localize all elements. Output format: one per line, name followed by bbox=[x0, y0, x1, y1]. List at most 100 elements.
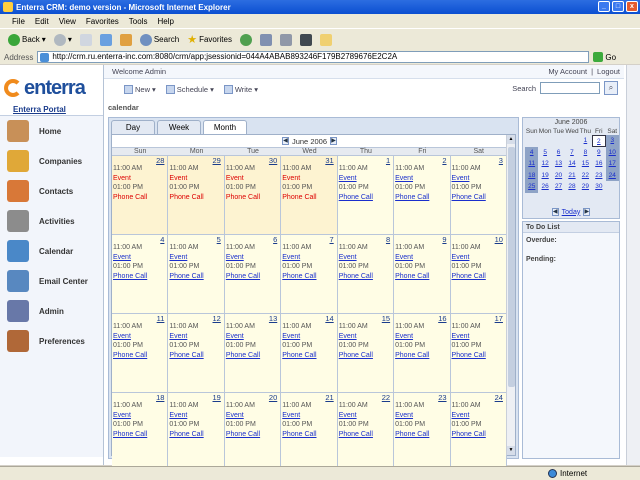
phone-call-link[interactable]: Phone Call bbox=[339, 430, 393, 440]
stop-icon[interactable] bbox=[79, 33, 92, 46]
event-link[interactable]: Event bbox=[113, 174, 167, 184]
day-number-link[interactable]: 11 bbox=[157, 314, 165, 324]
day-number-link[interactable]: 15 bbox=[382, 314, 390, 324]
menu-favorites[interactable]: Favorites bbox=[86, 17, 119, 26]
day-cell[interactable]: 24 11:00 AM Event 01:00 PM Phone Call bbox=[450, 393, 507, 471]
mini-day-link[interactable]: 25 bbox=[525, 181, 539, 193]
event-link[interactable]: Event bbox=[339, 411, 393, 421]
day-cell[interactable]: 12 11:00 AM Event 01:00 PM Phone Call bbox=[168, 314, 225, 392]
phone-call-link[interactable]: Phone Call bbox=[282, 351, 336, 361]
mini-day-link[interactable]: 12 bbox=[538, 158, 551, 170]
mini-day-link[interactable]: 9 bbox=[592, 147, 605, 159]
today-link[interactable]: Today bbox=[562, 209, 581, 216]
mini-day-link[interactable]: 15 bbox=[579, 158, 592, 170]
phone-call-link[interactable]: Phone Call bbox=[339, 272, 393, 282]
mini-next-button[interactable]: ▶ bbox=[583, 208, 591, 216]
mini-day-link[interactable]: 28 bbox=[565, 181, 578, 193]
menu-edit[interactable]: Edit bbox=[35, 17, 49, 26]
day-number-link[interactable]: 5 bbox=[217, 235, 221, 245]
mini-day-link[interactable]: 30 bbox=[592, 181, 605, 193]
refresh-icon[interactable] bbox=[99, 33, 112, 46]
day-cell[interactable]: 8 11:00 AM Event 01:00 PM Phone Call bbox=[337, 235, 395, 313]
event-link[interactable]: Event bbox=[395, 411, 449, 421]
sidebar-item-calendar[interactable]: Calendar bbox=[0, 236, 103, 266]
day-number-link[interactable]: 14 bbox=[325, 314, 333, 324]
day-number-link[interactable]: 16 bbox=[438, 314, 446, 324]
day-cell[interactable]: 4 11:00 AM Event 01:00 PM Phone Call bbox=[112, 235, 169, 313]
sidebar-item-companies[interactable]: Companies bbox=[0, 146, 103, 176]
phone-call-link[interactable]: Phone Call bbox=[395, 351, 449, 361]
sidebar-item-contacts[interactable]: Contacts bbox=[0, 176, 103, 206]
day-cell[interactable]: 23 11:00 AM Event 01:00 PM Phone Call bbox=[394, 393, 451, 471]
search-button[interactable]: ⌕ bbox=[604, 81, 618, 95]
mini-day-link[interactable]: 11 bbox=[525, 158, 539, 170]
sidebar-item-admin[interactable]: Admin bbox=[0, 296, 103, 326]
mini-day-link[interactable]: 21 bbox=[565, 170, 578, 182]
mini-day-link[interactable]: 5 bbox=[538, 147, 551, 159]
day-number-link[interactable]: 1 bbox=[386, 156, 390, 166]
phone-call-link[interactable]: Phone Call bbox=[113, 272, 167, 282]
search-button[interactable]: Search bbox=[139, 33, 179, 46]
mini-day-link[interactable]: 14 bbox=[565, 158, 578, 170]
phone-call-link[interactable]: Phone Call bbox=[339, 193, 393, 203]
event-link[interactable]: Event bbox=[226, 411, 280, 421]
day-number-link[interactable]: 28 bbox=[156, 156, 164, 166]
phone-call-link[interactable]: Phone Call bbox=[169, 193, 223, 203]
event-link[interactable]: Event bbox=[169, 411, 223, 421]
day-cell[interactable]: 21 11:00 AM Event 01:00 PM Phone Call bbox=[281, 393, 338, 471]
day-number-link[interactable]: 19 bbox=[213, 393, 221, 403]
day-cell[interactable]: 30 11:00 AM Event 01:00 PM Phone Call bbox=[224, 156, 282, 234]
event-link[interactable]: Event bbox=[169, 253, 223, 263]
tab-day[interactable]: Day bbox=[111, 120, 155, 134]
menu-tools[interactable]: Tools bbox=[129, 17, 148, 26]
day-cell[interactable]: 3 11:00 AM Event 01:00 PM Phone Call bbox=[450, 156, 507, 234]
mini-day-link[interactable]: 4 bbox=[525, 146, 539, 158]
mail-icon[interactable] bbox=[259, 33, 272, 46]
schedule-menu-button[interactable]: Schedule ▾ bbox=[165, 84, 214, 94]
mini-day-link[interactable]: 8 bbox=[579, 147, 592, 159]
event-link[interactable]: Event bbox=[452, 253, 506, 263]
logout-link[interactable]: Logout bbox=[597, 67, 620, 76]
calendar-scrollbar[interactable]: ▲ ▼ bbox=[506, 135, 515, 455]
event-link[interactable]: Event bbox=[452, 174, 506, 184]
phone-call-link[interactable]: Phone Call bbox=[452, 272, 506, 282]
phone-call-link[interactable]: Phone Call bbox=[226, 272, 280, 282]
sidebar-item-preferences[interactable]: Preferences bbox=[0, 326, 103, 356]
day-number-link[interactable]: 20 bbox=[269, 393, 277, 403]
day-number-link[interactable]: 4 bbox=[160, 235, 164, 245]
event-link[interactable]: Event bbox=[395, 174, 449, 184]
menu-view[interactable]: View bbox=[59, 17, 76, 26]
favorites-button[interactable]: ★ Favorites bbox=[187, 33, 232, 46]
event-link[interactable]: Event bbox=[226, 253, 280, 263]
mini-day-link[interactable]: 18 bbox=[525, 169, 539, 181]
event-link[interactable]: Event bbox=[169, 174, 223, 184]
day-cell[interactable]: 6 11:00 AM Event 01:00 PM Phone Call bbox=[224, 235, 282, 313]
forward-button[interactable]: ▾ bbox=[53, 33, 72, 46]
phone-call-link[interactable]: Phone Call bbox=[113, 351, 167, 361]
day-number-link[interactable]: 6 bbox=[273, 235, 277, 245]
phone-call-link[interactable]: Phone Call bbox=[282, 430, 336, 440]
day-cell[interactable]: 15 11:00 AM Event 01:00 PM Phone Call bbox=[337, 314, 395, 392]
edit-icon[interactable] bbox=[299, 33, 312, 46]
day-number-link[interactable]: 18 bbox=[156, 393, 164, 403]
day-cell[interactable]: 16 11:00 AM Event 01:00 PM Phone Call bbox=[394, 314, 451, 392]
phone-call-link[interactable]: Phone Call bbox=[282, 193, 336, 203]
day-number-link[interactable]: 21 bbox=[325, 393, 333, 403]
event-link[interactable]: Event bbox=[282, 332, 336, 342]
go-button[interactable]: Go bbox=[593, 52, 616, 62]
day-number-link[interactable]: 29 bbox=[213, 156, 221, 166]
phone-call-link[interactable]: Phone Call bbox=[452, 193, 506, 203]
phone-call-link[interactable]: Phone Call bbox=[226, 193, 280, 203]
day-number-link[interactable]: 3 bbox=[499, 156, 503, 166]
day-number-link[interactable]: 2 bbox=[442, 156, 446, 166]
enterra-portal-link[interactable]: Enterra Portal bbox=[13, 105, 66, 114]
day-number-link[interactable]: 7 bbox=[330, 235, 334, 245]
day-cell[interactable]: 28 11:00 AM Event 01:00 PM Phone Call bbox=[112, 156, 169, 234]
day-cell[interactable]: 14 11:00 AM Event 01:00 PM Phone Call bbox=[281, 314, 338, 392]
mini-day-link[interactable]: 24 bbox=[605, 169, 619, 181]
my-account-link[interactable]: My Account bbox=[548, 67, 587, 76]
next-month-button[interactable]: ▶ bbox=[330, 137, 338, 145]
sidebar-item-email-center[interactable]: Email Center bbox=[0, 266, 103, 296]
close-button[interactable]: x bbox=[626, 1, 638, 12]
phone-call-link[interactable]: Phone Call bbox=[169, 430, 223, 440]
